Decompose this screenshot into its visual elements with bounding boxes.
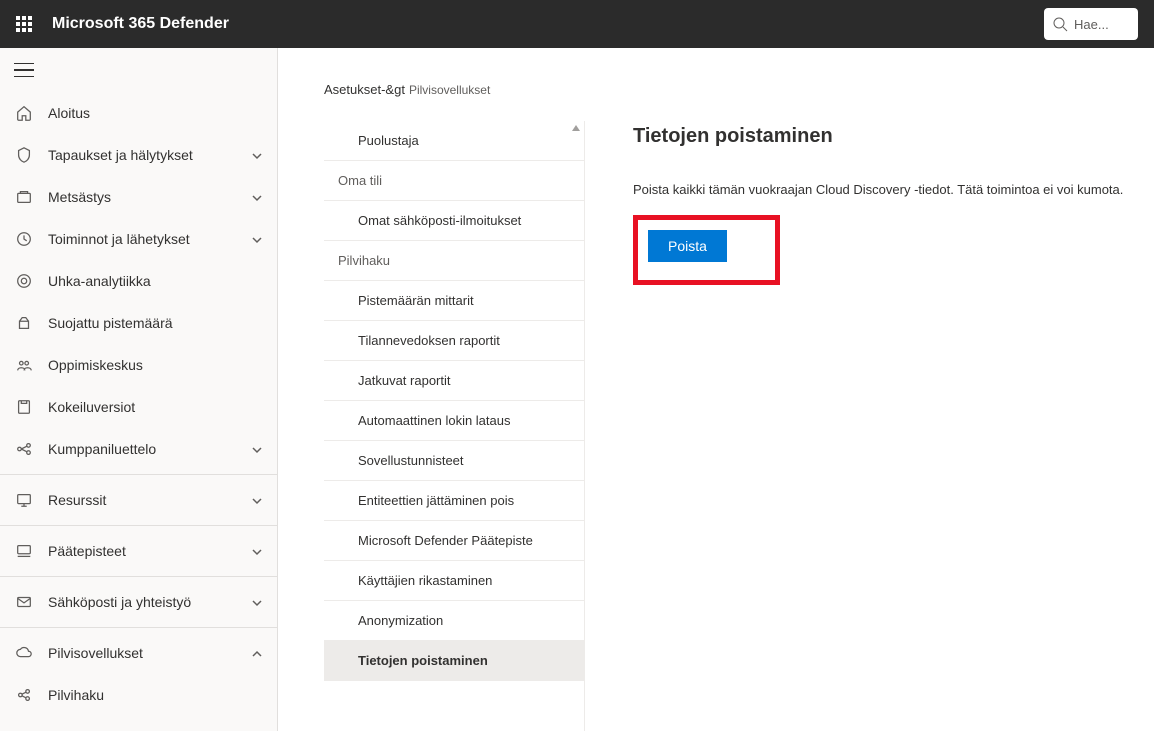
search-icon [1052, 16, 1068, 32]
sidebar-item-label: Resurssit [48, 492, 237, 508]
settings-item[interactable]: Jatkuvat raportit [324, 361, 584, 401]
sidebar-item-label: Pilvihaku [48, 687, 263, 703]
settings-item[interactable]: Sovellustunnisteet [324, 441, 584, 481]
nav-divider [0, 627, 277, 628]
chevron-up-icon [251, 647, 263, 659]
breadcrumb-root[interactable]: Asetukset-&gt [324, 82, 405, 97]
assets-icon [14, 490, 34, 510]
nav-divider [0, 525, 277, 526]
home-icon [14, 103, 34, 123]
cloudsearch-icon [14, 685, 34, 705]
email-icon [14, 592, 34, 612]
partners-icon [14, 439, 34, 459]
hamburger-icon[interactable] [14, 60, 34, 80]
sidebar-item-cloudsearch[interactable]: Pilvihaku [0, 674, 277, 716]
chevron-down-icon [251, 191, 263, 203]
sidebar-item-hunting[interactable]: Metsästys [0, 176, 277, 218]
settings-item[interactable]: Entiteettien jättäminen pois [324, 481, 584, 521]
scroll-up-icon[interactable] [572, 121, 580, 131]
sidebar-item-learning[interactable]: Oppimiskeskus [0, 344, 277, 386]
chevron-down-icon [251, 545, 263, 557]
search-placeholder: Hae... [1074, 17, 1109, 32]
sidebar-item-label: Tapaukset ja hälytykset [48, 147, 237, 163]
chevron-down-icon [251, 149, 263, 161]
settings-item[interactable]: Tilannevedoksen raportit [324, 321, 584, 361]
delete-button[interactable]: Poista [648, 230, 727, 262]
settings-item[interactable]: Pistemäärän mittarit [324, 281, 584, 321]
settings-item[interactable]: Anonymization [324, 601, 584, 641]
sidebar-item-endpoints[interactable]: Päätepisteet [0, 530, 277, 572]
settings-item[interactable]: Käyttäjien rikastaminen [324, 561, 584, 601]
main-content: Asetukset-&gt Pilvisovellukset Puolustaj… [278, 48, 1154, 731]
chevron-down-icon [251, 596, 263, 608]
sidebar-item-trials[interactable]: Kokeiluversiot [0, 386, 277, 428]
sidebar-item-cloudapps[interactable]: Pilvisovellukset [0, 632, 277, 674]
sidebar-item-secure[interactable]: Suojattu pistemäärä [0, 302, 277, 344]
sidebar-item-label: Suojattu pistemäärä [48, 315, 263, 331]
secure-icon [14, 313, 34, 333]
settings-item[interactable]: Microsoft Defender Päätepiste [324, 521, 584, 561]
settings-item[interactable]: Automaattinen lokin lataus [324, 401, 584, 441]
sidebar: Aloitus Tapaukset ja hälytykset Metsästys T… [0, 48, 278, 731]
app-launcher-icon[interactable] [8, 8, 40, 40]
sidebar-item-label: Päätepisteet [48, 543, 237, 559]
app-header: Microsoft 365 Defender Hae... [0, 0, 1154, 48]
sidebar-item-label: Aloitus [48, 105, 263, 121]
breadcrumb: Asetukset-&gt Pilvisovellukset [324, 82, 1154, 97]
settings-item[interactable]: Tietojen poistaminen [324, 641, 584, 681]
nav-divider [0, 474, 277, 475]
cloudapps-icon [14, 643, 34, 663]
highlight-box: Poista [633, 215, 780, 285]
sidebar-item-partners[interactable]: Kumppaniluettelo [0, 428, 277, 470]
search-input[interactable]: Hae... [1044, 8, 1138, 40]
settings-item[interactable]: Omat sähköposti-ilmoitukset [324, 201, 584, 241]
chevron-down-icon [251, 443, 263, 455]
detail-panel: Tietojen poistaminen Poista kaikki tämän… [584, 121, 1154, 731]
sidebar-item-incidents[interactable]: Tapaukset ja hälytykset [0, 134, 277, 176]
actions-icon [14, 229, 34, 249]
sidebar-item-label: Pilvisovellukset [48, 645, 237, 661]
sidebar-item-label: Uhka-analytiikka [48, 273, 263, 289]
detail-description: Poista kaikki tämän vuokraajan Cloud Dis… [633, 182, 1124, 197]
sidebar-item-home[interactable]: Aloitus [0, 92, 277, 134]
learning-icon [14, 355, 34, 375]
app-title: Microsoft 365 Defender [52, 15, 1044, 33]
sidebar-item-label: Metsästys [48, 189, 237, 205]
endpoints-icon [14, 541, 34, 561]
sidebar-item-label: Kumppaniluettelo [48, 441, 237, 457]
chevron-down-icon [251, 233, 263, 245]
sidebar-item-assets[interactable]: Resurssit [0, 479, 277, 521]
sidebar-item-label: Kokeiluversiot [48, 399, 263, 415]
sidebar-item-label: Sähköposti ja yhteistyö [48, 594, 237, 610]
settings-item[interactable]: Puolustaja [324, 121, 584, 161]
settings-list: PuolustajaOma tiliOmat sähköposti-ilmoit… [324, 121, 584, 731]
sidebar-item-actions[interactable]: Toiminnot ja lähetykset [0, 218, 277, 260]
trials-icon [14, 397, 34, 417]
incidents-icon [14, 145, 34, 165]
nav-divider [0, 576, 277, 577]
sidebar-item-label: Oppimiskeskus [48, 357, 263, 373]
threat-icon [14, 271, 34, 291]
sidebar-item-label: Toiminnot ja lähetykset [48, 231, 237, 247]
hunting-icon [14, 187, 34, 207]
sidebar-item-email[interactable]: Sähköposti ja yhteistyö [0, 581, 277, 623]
settings-section-header: Pilvihaku [324, 241, 584, 281]
detail-title: Tietojen poistaminen [633, 125, 1124, 148]
sidebar-item-threat[interactable]: Uhka-analytiikka [0, 260, 277, 302]
chevron-down-icon [251, 494, 263, 506]
settings-section-header: Oma tili [324, 161, 584, 201]
breadcrumb-current[interactable]: Pilvisovellukset [409, 83, 490, 97]
